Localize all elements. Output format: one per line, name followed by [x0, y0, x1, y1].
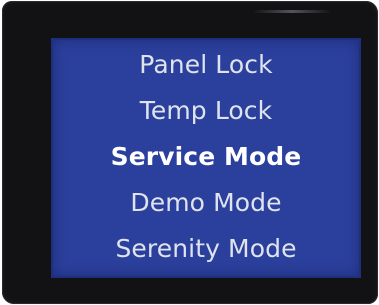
menu-item-service-mode[interactable]: Service Mode [51, 134, 361, 180]
menu-item-temp-lock[interactable]: Temp Lock [51, 88, 361, 134]
bezel-highlight [252, 10, 332, 13]
device-bezel: Panel Lock Temp Lock Service Mode Demo M… [2, 1, 378, 304]
mode-menu: Panel Lock Temp Lock Service Mode Demo M… [51, 42, 361, 272]
lcd-screen: Panel Lock Temp Lock Service Mode Demo M… [51, 38, 361, 278]
menu-item-serenity-mode[interactable]: Serenity Mode [51, 226, 361, 272]
menu-item-panel-lock[interactable]: Panel Lock [51, 42, 361, 88]
menu-item-demo-mode[interactable]: Demo Mode [51, 180, 361, 226]
